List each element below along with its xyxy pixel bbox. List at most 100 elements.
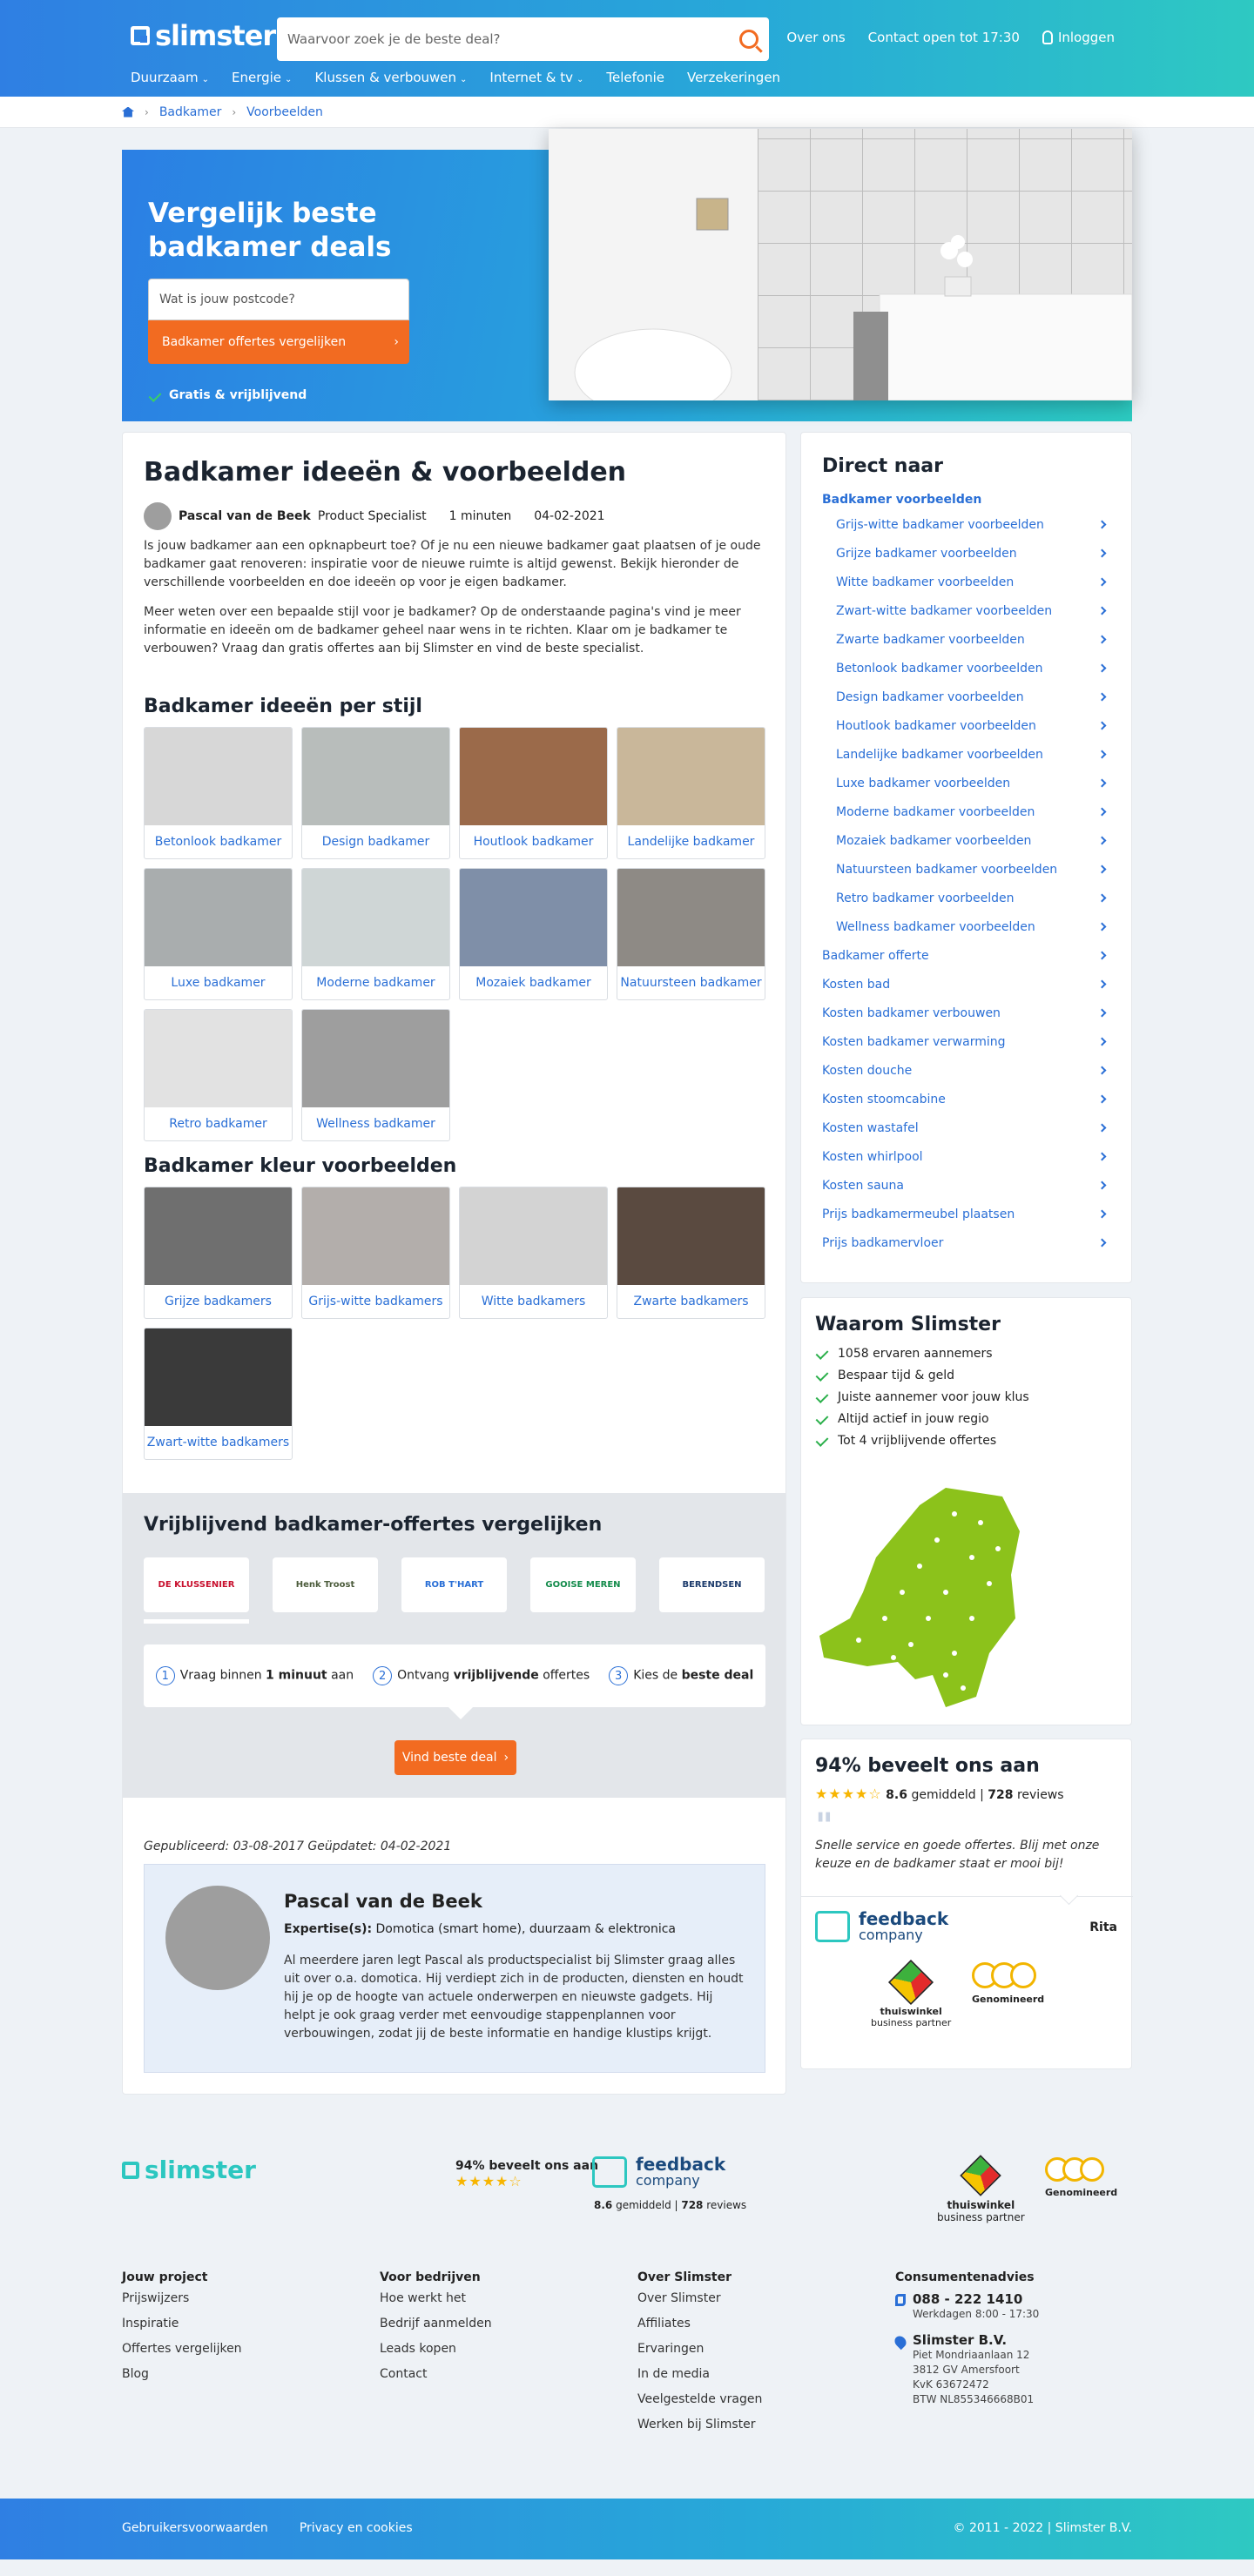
style-card[interactable]: Mozaiek badkamer [459,868,608,1000]
direct-nav-item[interactable]: Grijze badkamer voorbeelden [822,539,1110,568]
search-input[interactable] [287,31,739,47]
direct-nav-item[interactable]: Kosten sauna [822,1171,1110,1200]
why-item: Juiste aannemer voor jouw klus [815,1386,1117,1408]
offers-heading: Vrijblijvend badkamer-offertes vergelijk… [144,1514,603,1536]
direct-nav-item[interactable]: Zwarte badkamer voorbeelden [822,625,1110,654]
nav-energie[interactable]: Energie ⌄ [232,70,292,85]
step-item: 3 Kies de beste deal [609,1666,753,1685]
company-logo[interactable]: GOOISE MEREN [530,1557,636,1612]
direct-nav-item[interactable]: Kosten badkamer verbouwen [822,999,1110,1027]
privacy-link[interactable]: Privacy en cookies [300,2521,413,2535]
direct-nav-item[interactable]: Kosten whirlpool [822,1142,1110,1171]
direct-nav-item[interactable]: Kosten douche [822,1056,1110,1085]
footer-link[interactable]: Leads kopen [380,2342,492,2367]
direct-nav-item[interactable]: Mozaiek badkamer voorbeelden [822,826,1110,855]
company-logo[interactable]: Henk Troost [273,1557,378,1612]
login-link[interactable]: Inloggen [1042,30,1115,45]
direct-nav-item[interactable]: Prijs badkamermeubel plaatsen [822,1200,1110,1228]
company-logo[interactable]: BERENDSEN [659,1557,765,1612]
footer-link[interactable]: Hoe werkt het [380,2291,492,2317]
nav-duurzaam[interactable]: Duurzaam ⌄ [131,70,209,85]
direct-nav-item[interactable]: Betonlook badkamer voorbeelden [822,654,1110,683]
direct-nav-item[interactable]: Witte badkamer voorbeelden [822,568,1110,596]
footer-link[interactable]: Prijswijzers [122,2291,242,2317]
footer-logo[interactable]: slimster [122,2156,256,2184]
direct-nav-item[interactable]: Grijs-witte badkamer voorbeelden [822,510,1110,539]
footer-link[interactable]: In de media [637,2367,762,2392]
article-date: 04-02-2021 [534,509,605,523]
footer-link[interactable]: Inspiratie [122,2317,242,2342]
why-list: 1058 ervaren aannemers Bespaar tijd & ge… [815,1342,1117,1451]
footer-link[interactable]: Offertes vergelijken [122,2342,242,2367]
footer-contact: Consumentenadvies 088 - 222 1410 Werkdage… [892,2270,1039,2418]
direct-nav-item[interactable]: Wellness badkamer voorbeelden [822,912,1110,941]
nav-internet[interactable]: Internet & tv ⌄ [489,70,583,85]
search-icon[interactable] [739,30,758,49]
company-logo[interactable]: ROB T'HART [401,1557,507,1612]
style-card[interactable]: Houtlook badkamer [459,727,608,859]
nav-verzekeringen[interactable]: Verzekeringen [687,70,780,85]
direct-nav-item[interactable]: Kosten wastafel [822,1113,1110,1142]
direct-nav-item[interactable]: Kosten stoomcabine [822,1085,1110,1113]
direct-nav-item[interactable]: Luxe badkamer voorbeelden [822,769,1110,797]
direct-nav-item[interactable]: Moderne badkamer voorbeelden [822,797,1110,826]
logo-slider-indicator[interactable] [144,1619,249,1624]
footer-link[interactable]: Werken bij Slimster [637,2418,762,2443]
direct-nav-item[interactable]: Badkamer offerte [822,941,1110,970]
home-icon[interactable] [122,106,134,118]
company-logo[interactable]: DE KLUSSENIER [144,1557,249,1612]
thuiswinkel-badge[interactable]: thuiswinkel business partner [871,1959,951,2028]
hero-cta-button[interactable]: Badkamer offertes vergelijken › [148,320,409,364]
breadcrumb-badkamer[interactable]: Badkamer [159,105,222,119]
style-image [145,728,292,825]
footer-link[interactable]: Contact [380,2367,492,2392]
style-card[interactable]: Natuursteen badkamer [617,868,765,1000]
style-card[interactable]: Design badkamer [301,727,450,859]
direct-nav-item[interactable]: Zwart-witte badkamer voorbeelden [822,596,1110,625]
style-card[interactable]: Moderne badkamer [301,868,450,1000]
style-image [145,1010,292,1107]
footer-phone[interactable]: 088 - 222 1410 Werkdagen 8:00 - 17:30 [895,2291,1039,2322]
color-card[interactable]: Zwarte badkamers [617,1187,765,1319]
direct-nav-item[interactable]: Kosten badkamer verwarming [822,1027,1110,1056]
nav-telefonie[interactable]: Telefonie [606,70,664,85]
style-card[interactable]: Landelijke badkamer [617,727,765,859]
direct-nav-item[interactable]: Houtlook badkamer voorbeelden [822,711,1110,740]
slimster-logo[interactable]: slimster [131,19,276,52]
find-deal-button[interactable]: Vind beste deal › [394,1740,516,1775]
footer-link[interactable]: Ervaringen [637,2342,762,2367]
direct-nav-item[interactable]: Kosten bad [822,970,1110,999]
postcode-input[interactable]: Wat is jouw postcode? [148,279,409,320]
footer-link[interactable]: Over Slimster [637,2291,762,2317]
color-card[interactable]: Witte badkamers [459,1187,608,1319]
chevron-down-icon: ⌄ [201,75,209,84]
direct-nav-item[interactable]: Design badkamer voorbeelden [822,683,1110,711]
direct-nav-item[interactable]: Retro badkamer voorbeelden [822,884,1110,912]
footer-link[interactable]: Veelgestelde vragen [637,2392,762,2418]
direct-section-link[interactable]: Badkamer voorbeelden [822,493,1110,507]
color-card[interactable]: Grijs-witte badkamers [301,1187,450,1319]
style-card[interactable]: Retro badkamer [144,1009,293,1141]
footer-feedback-logo[interactable]: feedback company [592,2156,725,2189]
breadcrumb-voorbeelden[interactable]: Voorbeelden [246,105,323,119]
footer-link[interactable]: Affiliates [637,2317,762,2342]
style-image [302,728,449,825]
footer-link[interactable]: Blog [122,2367,242,2392]
style-card[interactable]: Wellness badkamer [301,1009,450,1141]
terms-link[interactable]: Gebruikersvoorwaarden [122,2521,268,2535]
direct-nav-item[interactable]: Natuursteen badkamer voorbeelden [822,855,1110,884]
color-card[interactable]: Zwart-witte badkamers [144,1328,293,1460]
feedback-company-logo[interactable]: feedback company [815,1910,948,1943]
style-card[interactable]: Betonlook badkamer [144,727,293,859]
footer-address: Slimster B.V. Piet Mondriaanlaan 12 3812 G… [892,2332,1039,2407]
footer-thuiswinkel[interactable]: thuiswinkel business partner [937,2155,1025,2223]
direct-nav-item[interactable]: Prijs badkamervloer [822,1228,1110,1257]
color-card[interactable]: Grijze badkamers [144,1187,293,1319]
over-ons-link[interactable]: Over ons [786,30,845,45]
nav-klussen[interactable]: Klussen & verbouwen ⌄ [314,70,467,85]
top-links: Over ons Contact open tot 17:30 Inloggen [786,30,1115,45]
contact-link[interactable]: Contact open tot 17:30 [868,30,1020,45]
direct-nav-item[interactable]: Landelijke badkamer voorbeelden [822,740,1110,769]
style-card[interactable]: Luxe badkamer [144,868,293,1000]
footer-link[interactable]: Bedrijf aanmelden [380,2317,492,2342]
